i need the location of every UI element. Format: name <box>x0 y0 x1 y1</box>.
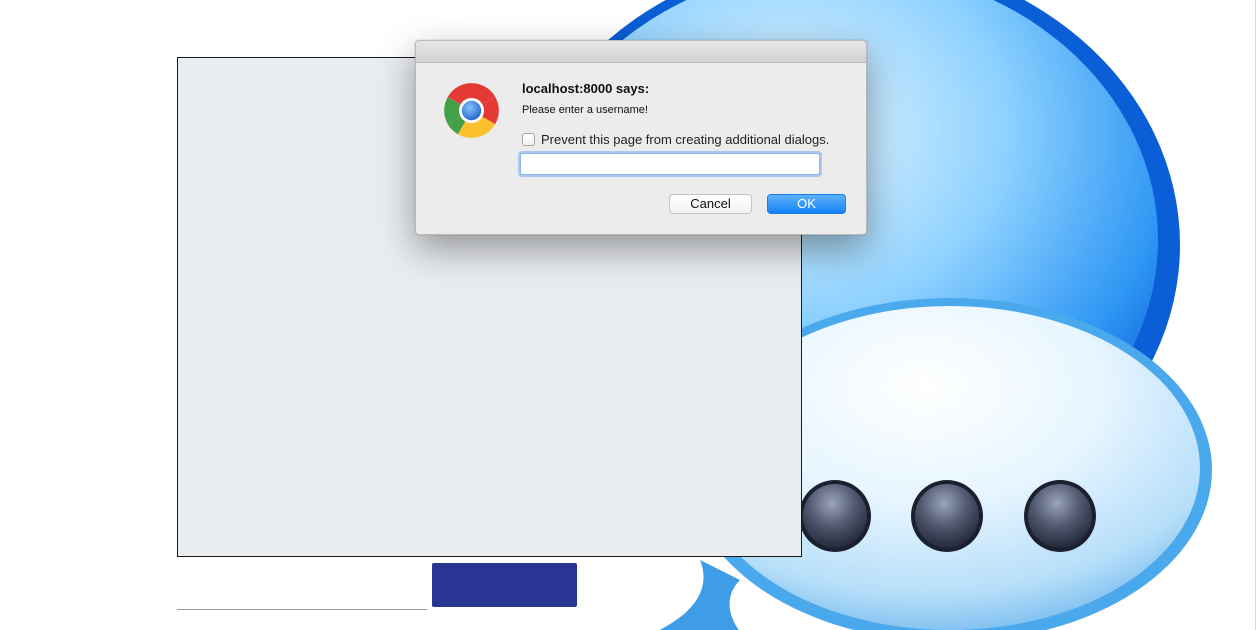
typing-dot-3-fill <box>1028 484 1092 548</box>
username-prompt-input[interactable] <box>520 153 820 175</box>
prevent-dialogs-checkbox[interactable] <box>522 132 535 146</box>
prevent-dialogs-label[interactable]: Prevent this page from creating addition… <box>541 132 829 147</box>
chrome-icon <box>444 83 499 138</box>
typing-dot-1-fill <box>803 484 867 548</box>
bubble-tail <box>659 560 740 630</box>
prompt-dialog: localhost:8000 says: Please enter a user… <box>415 40 867 235</box>
cancel-button[interactable]: Cancel <box>669 194 752 214</box>
dialog-message: Please enter a username! <box>522 104 648 116</box>
app-page: localhost:8000 says: Please enter a user… <box>0 0 1259 630</box>
ok-button[interactable]: OK <box>767 194 846 214</box>
dialog-title: localhost:8000 says: <box>522 81 650 96</box>
page-edge-divider <box>1255 0 1256 630</box>
dialog-titlebar <box>416 41 866 63</box>
typing-dot-2-fill <box>915 484 979 548</box>
message-input[interactable] <box>177 563 427 610</box>
send-button[interactable] <box>432 563 577 607</box>
prevent-dialogs-option[interactable]: Prevent this page from creating addition… <box>522 131 829 147</box>
